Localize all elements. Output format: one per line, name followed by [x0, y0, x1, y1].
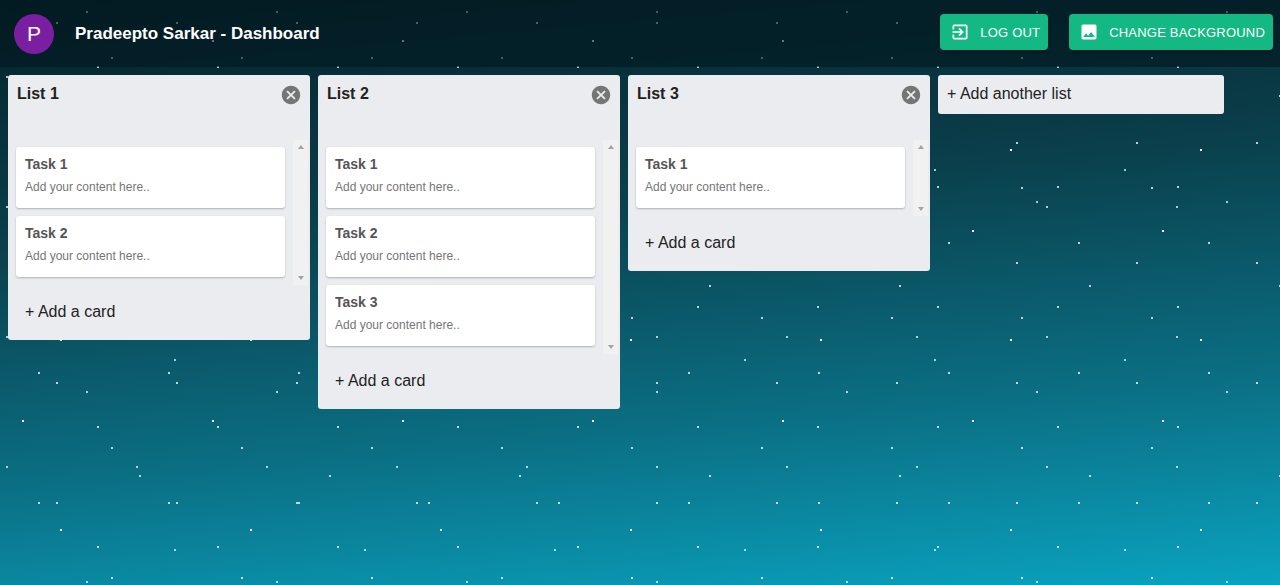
- close-circle-icon: [280, 84, 302, 106]
- card-content-input[interactable]: [645, 178, 896, 196]
- card-column: Task 1 Task 2: [8, 140, 293, 285]
- card-title: Task 1: [25, 156, 276, 172]
- board: List 1 Task 1 Task 2 + Add a card List 2 Task…: [0, 67, 1280, 417]
- scrollbar[interactable]: [913, 140, 928, 216]
- scroll-up-icon[interactable]: [918, 145, 924, 149]
- card-title: Task 2: [335, 225, 586, 241]
- close-circle-icon: [590, 84, 612, 106]
- scrollbar[interactable]: [603, 140, 618, 354]
- add-list-button[interactable]: + Add another list: [938, 75, 1224, 114]
- card-content-input[interactable]: [335, 316, 586, 334]
- background-button[interactable]: CHANGE BACKGROUND: [1069, 14, 1273, 50]
- list-title[interactable]: List 3: [637, 85, 679, 103]
- list-title[interactable]: List 1: [17, 85, 59, 103]
- app-header: P Pradeepto Sarkar - DashboardLOG OUT CHAN…: [0, 0, 1280, 67]
- scrollbar[interactable]: [293, 140, 308, 285]
- card-column: Task 1 Task 2 Task 3: [318, 140, 603, 354]
- list-panel[interactable]: List 3 Task 1 + Add a card: [628, 75, 930, 271]
- card-content-input[interactable]: [335, 178, 586, 196]
- user-avatar[interactable]: P: [14, 14, 54, 54]
- card-content-input[interactable]: [25, 247, 276, 265]
- add-card-button[interactable]: + Add a card: [318, 354, 620, 409]
- logout-button[interactable]: LOG OUT: [940, 14, 1048, 50]
- scroll-down-icon[interactable]: [298, 276, 304, 280]
- scroll-down-icon[interactable]: [918, 207, 924, 211]
- dashboard-title: Pradeepto Sarkar - Dashboard: [75, 24, 940, 44]
- card-title: Task 3: [335, 294, 586, 310]
- delete-list-button[interactable]: [900, 84, 922, 106]
- image-icon: [1079, 22, 1099, 42]
- list-header: List 2: [318, 75, 620, 140]
- task-card[interactable]: Task 2: [16, 216, 285, 277]
- card-scroll-area: Task 1 Task 2: [8, 140, 310, 285]
- task-card[interactable]: Task 1: [16, 147, 285, 208]
- delete-list-button[interactable]: [590, 84, 612, 106]
- header-actions: LOG OUT CHANGE BACKGROUND: [940, 14, 1273, 50]
- task-card[interactable]: Task 3: [326, 285, 595, 346]
- card-title: Task 2: [25, 225, 276, 241]
- list-title[interactable]: List 2: [327, 85, 369, 103]
- task-card[interactable]: Task 2: [326, 216, 595, 277]
- list-header: List 1: [8, 75, 310, 140]
- card-content-input[interactable]: [335, 247, 586, 265]
- close-circle-icon: [900, 84, 922, 106]
- card-column: Task 1: [628, 140, 913, 216]
- list-panel[interactable]: List 1 Task 1 Task 2 + Add a card: [8, 75, 310, 340]
- list-header: List 3: [628, 75, 930, 140]
- add-card-button[interactable]: + Add a card: [628, 216, 930, 271]
- task-card[interactable]: Task 1: [326, 147, 595, 208]
- scroll-down-icon[interactable]: [608, 345, 614, 349]
- card-title: Task 1: [335, 156, 586, 172]
- list-panel[interactable]: List 2 Task 1 Task 2 Task 3 + Add a card: [318, 75, 620, 409]
- exit-icon: [950, 22, 970, 42]
- card-scroll-area: Task 1: [628, 140, 930, 216]
- scroll-up-icon[interactable]: [608, 145, 614, 149]
- card-content-input[interactable]: [25, 178, 276, 196]
- task-card[interactable]: Task 1: [636, 147, 905, 208]
- card-title: Task 1: [645, 156, 896, 172]
- add-card-button[interactable]: + Add a card: [8, 285, 310, 340]
- card-scroll-area: Task 1 Task 2 Task 3: [318, 140, 620, 354]
- delete-list-button[interactable]: [280, 84, 302, 106]
- scroll-up-icon[interactable]: [298, 145, 304, 149]
- dashboard-page: P Pradeepto Sarkar - DashboardLOG OUT CHAN…: [0, 0, 1280, 585]
